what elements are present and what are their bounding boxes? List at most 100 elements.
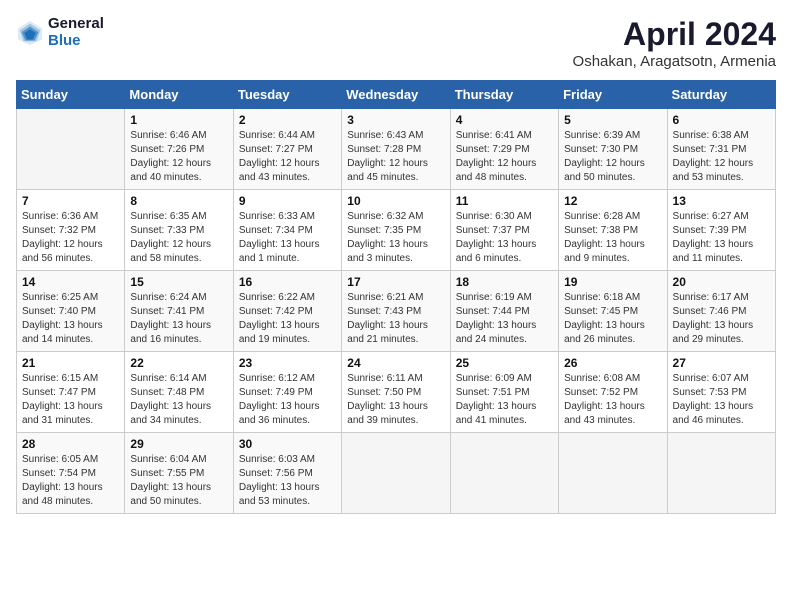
week-row-3: 21 Sunrise: 6:15 AMSunset: 7:47 PMDaylig…	[17, 352, 776, 433]
title-area: April 2024 Oshakan, Aragatsotn, Armenia	[573, 16, 776, 70]
calendar-cell: 24 Sunrise: 6:11 AMSunset: 7:50 PMDaylig…	[342, 352, 450, 433]
logo-blue: Blue	[48, 33, 104, 50]
day-number: 4	[456, 113, 553, 127]
calendar-cell: 20 Sunrise: 6:17 AMSunset: 7:46 PMDaylig…	[667, 271, 775, 352]
calendar-cell	[342, 433, 450, 514]
day-info: Sunrise: 6:46 AMSunset: 7:26 PMDaylight:…	[130, 129, 227, 185]
calendar-cell: 19 Sunrise: 6:18 AMSunset: 7:45 PMDaylig…	[559, 271, 667, 352]
day-number: 14	[22, 275, 119, 289]
header-day-saturday: Saturday	[667, 81, 775, 109]
day-number: 28	[22, 437, 119, 451]
day-info: Sunrise: 6:33 AMSunset: 7:34 PMDaylight:…	[239, 210, 336, 266]
day-number: 15	[130, 275, 227, 289]
day-info: Sunrise: 6:17 AMSunset: 7:46 PMDaylight:…	[673, 291, 770, 347]
calendar-cell: 7 Sunrise: 6:36 AMSunset: 7:32 PMDayligh…	[17, 190, 125, 271]
day-number: 5	[564, 113, 661, 127]
logo-text: General Blue	[48, 16, 104, 49]
day-info: Sunrise: 6:15 AMSunset: 7:47 PMDaylight:…	[22, 372, 119, 428]
calendar-header: SundayMondayTuesdayWednesdayThursdayFrid…	[17, 81, 776, 109]
calendar-cell: 3 Sunrise: 6:43 AMSunset: 7:28 PMDayligh…	[342, 109, 450, 190]
day-number: 1	[130, 113, 227, 127]
week-row-1: 7 Sunrise: 6:36 AMSunset: 7:32 PMDayligh…	[17, 190, 776, 271]
calendar-cell: 13 Sunrise: 6:27 AMSunset: 7:39 PMDaylig…	[667, 190, 775, 271]
calendar-cell: 1 Sunrise: 6:46 AMSunset: 7:26 PMDayligh…	[125, 109, 233, 190]
day-number: 25	[456, 356, 553, 370]
calendar-cell: 5 Sunrise: 6:39 AMSunset: 7:30 PMDayligh…	[559, 109, 667, 190]
logo-general: General	[48, 16, 104, 33]
day-info: Sunrise: 6:28 AMSunset: 7:38 PMDaylight:…	[564, 210, 661, 266]
day-info: Sunrise: 6:04 AMSunset: 7:55 PMDaylight:…	[130, 453, 227, 509]
header: General Blue April 2024 Oshakan, Aragats…	[16, 16, 776, 70]
day-info: Sunrise: 6:38 AMSunset: 7:31 PMDaylight:…	[673, 129, 770, 185]
day-info: Sunrise: 6:14 AMSunset: 7:48 PMDaylight:…	[130, 372, 227, 428]
header-day-thursday: Thursday	[450, 81, 558, 109]
calendar-body: 1 Sunrise: 6:46 AMSunset: 7:26 PMDayligh…	[17, 109, 776, 514]
calendar-cell	[667, 433, 775, 514]
calendar-cell: 28 Sunrise: 6:05 AMSunset: 7:54 PMDaylig…	[17, 433, 125, 514]
subtitle: Oshakan, Aragatsotn, Armenia	[573, 53, 776, 70]
day-number: 12	[564, 194, 661, 208]
day-info: Sunrise: 6:09 AMSunset: 7:51 PMDaylight:…	[456, 372, 553, 428]
calendar-cell	[450, 433, 558, 514]
calendar-cell: 18 Sunrise: 6:19 AMSunset: 7:44 PMDaylig…	[450, 271, 558, 352]
calendar-cell: 22 Sunrise: 6:14 AMSunset: 7:48 PMDaylig…	[125, 352, 233, 433]
day-info: Sunrise: 6:35 AMSunset: 7:33 PMDaylight:…	[130, 210, 227, 266]
day-info: Sunrise: 6:41 AMSunset: 7:29 PMDaylight:…	[456, 129, 553, 185]
day-number: 29	[130, 437, 227, 451]
calendar-cell: 11 Sunrise: 6:30 AMSunset: 7:37 PMDaylig…	[450, 190, 558, 271]
day-number: 24	[347, 356, 444, 370]
day-info: Sunrise: 6:05 AMSunset: 7:54 PMDaylight:…	[22, 453, 119, 509]
day-number: 13	[673, 194, 770, 208]
header-day-sunday: Sunday	[17, 81, 125, 109]
day-number: 23	[239, 356, 336, 370]
day-info: Sunrise: 6:25 AMSunset: 7:40 PMDaylight:…	[22, 291, 119, 347]
day-info: Sunrise: 6:22 AMSunset: 7:42 PMDaylight:…	[239, 291, 336, 347]
day-info: Sunrise: 6:11 AMSunset: 7:50 PMDaylight:…	[347, 372, 444, 428]
calendar-cell: 26 Sunrise: 6:08 AMSunset: 7:52 PMDaylig…	[559, 352, 667, 433]
header-day-wednesday: Wednesday	[342, 81, 450, 109]
calendar-cell: 4 Sunrise: 6:41 AMSunset: 7:29 PMDayligh…	[450, 109, 558, 190]
calendar-cell: 10 Sunrise: 6:32 AMSunset: 7:35 PMDaylig…	[342, 190, 450, 271]
day-number: 17	[347, 275, 444, 289]
calendar-cell	[559, 433, 667, 514]
main-title: April 2024	[573, 16, 776, 53]
header-row: SundayMondayTuesdayWednesdayThursdayFrid…	[17, 81, 776, 109]
day-number: 22	[130, 356, 227, 370]
day-info: Sunrise: 6:03 AMSunset: 7:56 PMDaylight:…	[239, 453, 336, 509]
calendar-cell: 30 Sunrise: 6:03 AMSunset: 7:56 PMDaylig…	[233, 433, 341, 514]
week-row-2: 14 Sunrise: 6:25 AMSunset: 7:40 PMDaylig…	[17, 271, 776, 352]
day-info: Sunrise: 6:12 AMSunset: 7:49 PMDaylight:…	[239, 372, 336, 428]
day-number: 21	[22, 356, 119, 370]
calendar-cell: 9 Sunrise: 6:33 AMSunset: 7:34 PMDayligh…	[233, 190, 341, 271]
calendar-cell: 2 Sunrise: 6:44 AMSunset: 7:27 PMDayligh…	[233, 109, 341, 190]
week-row-4: 28 Sunrise: 6:05 AMSunset: 7:54 PMDaylig…	[17, 433, 776, 514]
calendar-cell: 6 Sunrise: 6:38 AMSunset: 7:31 PMDayligh…	[667, 109, 775, 190]
header-day-friday: Friday	[559, 81, 667, 109]
day-info: Sunrise: 6:43 AMSunset: 7:28 PMDaylight:…	[347, 129, 444, 185]
calendar-cell: 12 Sunrise: 6:28 AMSunset: 7:38 PMDaylig…	[559, 190, 667, 271]
day-number: 2	[239, 113, 336, 127]
day-number: 26	[564, 356, 661, 370]
calendar-cell: 14 Sunrise: 6:25 AMSunset: 7:40 PMDaylig…	[17, 271, 125, 352]
week-row-0: 1 Sunrise: 6:46 AMSunset: 7:26 PMDayligh…	[17, 109, 776, 190]
day-number: 9	[239, 194, 336, 208]
day-number: 10	[347, 194, 444, 208]
calendar-cell: 16 Sunrise: 6:22 AMSunset: 7:42 PMDaylig…	[233, 271, 341, 352]
logo: General Blue	[16, 16, 104, 49]
calendar-cell: 21 Sunrise: 6:15 AMSunset: 7:47 PMDaylig…	[17, 352, 125, 433]
header-day-tuesday: Tuesday	[233, 81, 341, 109]
day-info: Sunrise: 6:32 AMSunset: 7:35 PMDaylight:…	[347, 210, 444, 266]
day-number: 7	[22, 194, 119, 208]
day-info: Sunrise: 6:30 AMSunset: 7:37 PMDaylight:…	[456, 210, 553, 266]
calendar-cell: 23 Sunrise: 6:12 AMSunset: 7:49 PMDaylig…	[233, 352, 341, 433]
day-info: Sunrise: 6:44 AMSunset: 7:27 PMDaylight:…	[239, 129, 336, 185]
calendar-cell: 27 Sunrise: 6:07 AMSunset: 7:53 PMDaylig…	[667, 352, 775, 433]
day-number: 6	[673, 113, 770, 127]
day-number: 18	[456, 275, 553, 289]
calendar-cell: 15 Sunrise: 6:24 AMSunset: 7:41 PMDaylig…	[125, 271, 233, 352]
calendar-table: SundayMondayTuesdayWednesdayThursdayFrid…	[16, 80, 776, 514]
calendar-cell: 8 Sunrise: 6:35 AMSunset: 7:33 PMDayligh…	[125, 190, 233, 271]
calendar-cell: 25 Sunrise: 6:09 AMSunset: 7:51 PMDaylig…	[450, 352, 558, 433]
day-info: Sunrise: 6:39 AMSunset: 7:30 PMDaylight:…	[564, 129, 661, 185]
day-number: 8	[130, 194, 227, 208]
